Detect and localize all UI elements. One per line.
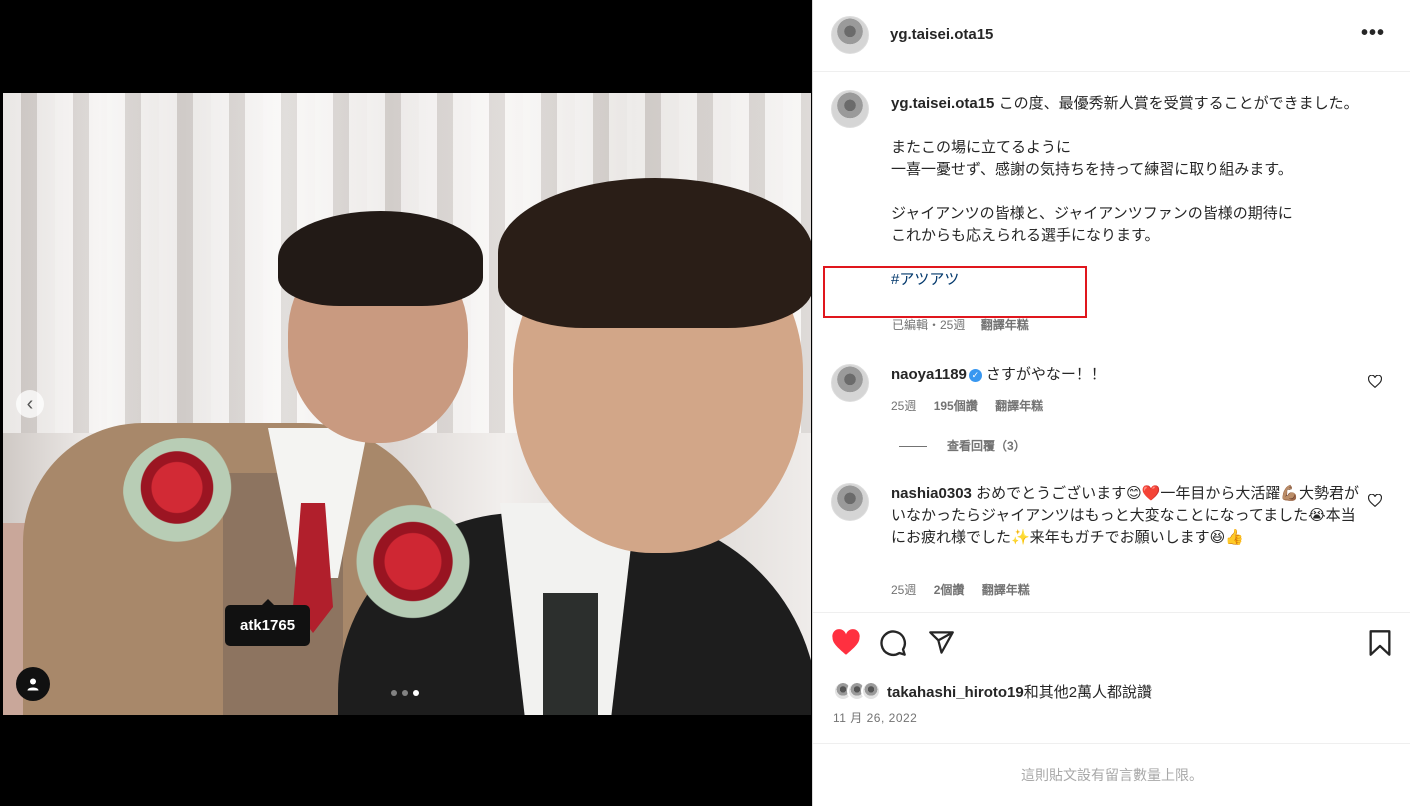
comment-username[interactable]: naoya1189 xyxy=(891,366,967,383)
post-date: 11 月 26, 2022 xyxy=(833,711,918,725)
comment-age: 25週 xyxy=(891,399,917,413)
post-media-pane: atk1765 ‹ xyxy=(0,0,812,806)
comment-translate-link[interactable]: 翻譯年糕 xyxy=(995,399,1043,413)
person-right-hair xyxy=(498,178,811,328)
carousel-indicator xyxy=(391,690,419,696)
view-replies-button[interactable]: 查看回覆（3） xyxy=(899,437,1026,454)
likes-username[interactable]: takahashi_hiroto19 xyxy=(887,684,1024,701)
post-side-panel: yg.taisei.ota15 ••• yg.taisei.ota15 この度、… xyxy=(812,0,1410,806)
heart-outline-icon[interactable] xyxy=(1368,375,1382,388)
comment-text: nashia0303 おめでとうございます😊❤️一年目から大活躍💪🏽大勢君がいな… xyxy=(891,483,1361,549)
comment-username[interactable]: nashia0303 xyxy=(891,485,972,502)
bookmark-icon[interactable] xyxy=(1368,629,1392,657)
comment-body: さすがやなー！！ xyxy=(985,366,1106,383)
caption-line: ジャイアンツの皆様と、ジャイアンツファンの皆様の期待に xyxy=(891,205,1293,222)
user-icon xyxy=(27,678,39,691)
post-header: yg.taisei.ota15 ••• xyxy=(813,0,1410,72)
avatar[interactable] xyxy=(831,364,869,402)
caption-avatar[interactable] xyxy=(831,90,869,128)
caption-line: この度、最優秀新人賞を受賞することができました。 xyxy=(998,95,1359,112)
comment-likes[interactable]: 2個讚 xyxy=(934,583,965,597)
person-left-hair xyxy=(278,211,483,306)
action-bar xyxy=(813,612,1410,672)
chevron-left-icon: ‹ xyxy=(26,393,34,415)
likes-text: takahashi_hiroto19和其他2萬人都說讚 xyxy=(887,681,1152,702)
caption-translate-link[interactable]: 翻譯年糕 xyxy=(981,318,1029,332)
heart-filled-icon[interactable] xyxy=(831,629,861,656)
person-right-tie xyxy=(543,593,598,715)
comments-limited-notice: 這則貼文設有留言數量上限。 xyxy=(813,743,1410,806)
share-icon[interactable] xyxy=(928,629,955,656)
comment-meta: 25週 195個讚 翻譯年糕 xyxy=(891,397,1057,414)
highlight-annotation-box xyxy=(823,266,1087,318)
avatar xyxy=(861,681,881,701)
more-options-button[interactable]: ••• xyxy=(1361,22,1385,45)
user-tag-bubble[interactable]: atk1765 xyxy=(225,599,311,646)
comment-meta: 25週 2個讚 翻譯年糕 xyxy=(891,581,1044,598)
carousel-dot xyxy=(402,690,408,696)
show-tags-button[interactable] xyxy=(16,667,50,701)
corsage-right xyxy=(353,503,473,633)
avatar[interactable] xyxy=(831,16,869,54)
caption-edited-age: 已編輯・25週 xyxy=(892,318,966,332)
carousel-dot xyxy=(391,690,397,696)
caption-username[interactable]: yg.taisei.ota15 xyxy=(891,95,994,112)
more-horizontal-icon: ••• xyxy=(1361,22,1386,44)
comment-likes[interactable]: 195個讚 xyxy=(934,399,978,413)
caption-line: またこの場に立てるように xyxy=(891,139,1072,156)
carousel-dot-active xyxy=(413,690,419,696)
caption-line: これからも応えられる選手になります。 xyxy=(891,227,1160,244)
header-username[interactable]: yg.taisei.ota15 xyxy=(890,26,993,43)
likes-rest[interactable]: 和其他2萬人都說讚 xyxy=(1024,684,1152,701)
heart-outline-icon[interactable] xyxy=(1368,494,1382,507)
caption-line: 一喜一憂せず、感謝の気持ちを持って練習に取り組みます。 xyxy=(891,161,1293,178)
comment-translate-link[interactable]: 翻譯年糕 xyxy=(982,583,1030,597)
post-photo[interactable] xyxy=(3,93,811,715)
verified-badge-icon: ✓ xyxy=(968,369,982,382)
caption-meta: 已編輯・25週 翻譯年糕 xyxy=(892,316,1029,333)
avatar[interactable] xyxy=(831,483,869,521)
corsage-left xyxy=(123,438,243,548)
comment-icon[interactable] xyxy=(879,629,907,657)
likes-summary[interactable]: takahashi_hiroto19和其他2萬人都說讚 xyxy=(833,679,1152,703)
comment-text: naoya1189 ✓ さすがやなー！！ xyxy=(891,364,1361,386)
comments-section[interactable]: yg.taisei.ota15 この度、最優秀新人賞を受賞することができました。… xyxy=(813,73,1410,611)
comment-age: 25週 xyxy=(891,583,917,597)
carousel-prev-button[interactable]: ‹ xyxy=(16,390,44,418)
caption: yg.taisei.ota15 この度、最優秀新人賞を受賞することができました。… xyxy=(891,93,1386,291)
